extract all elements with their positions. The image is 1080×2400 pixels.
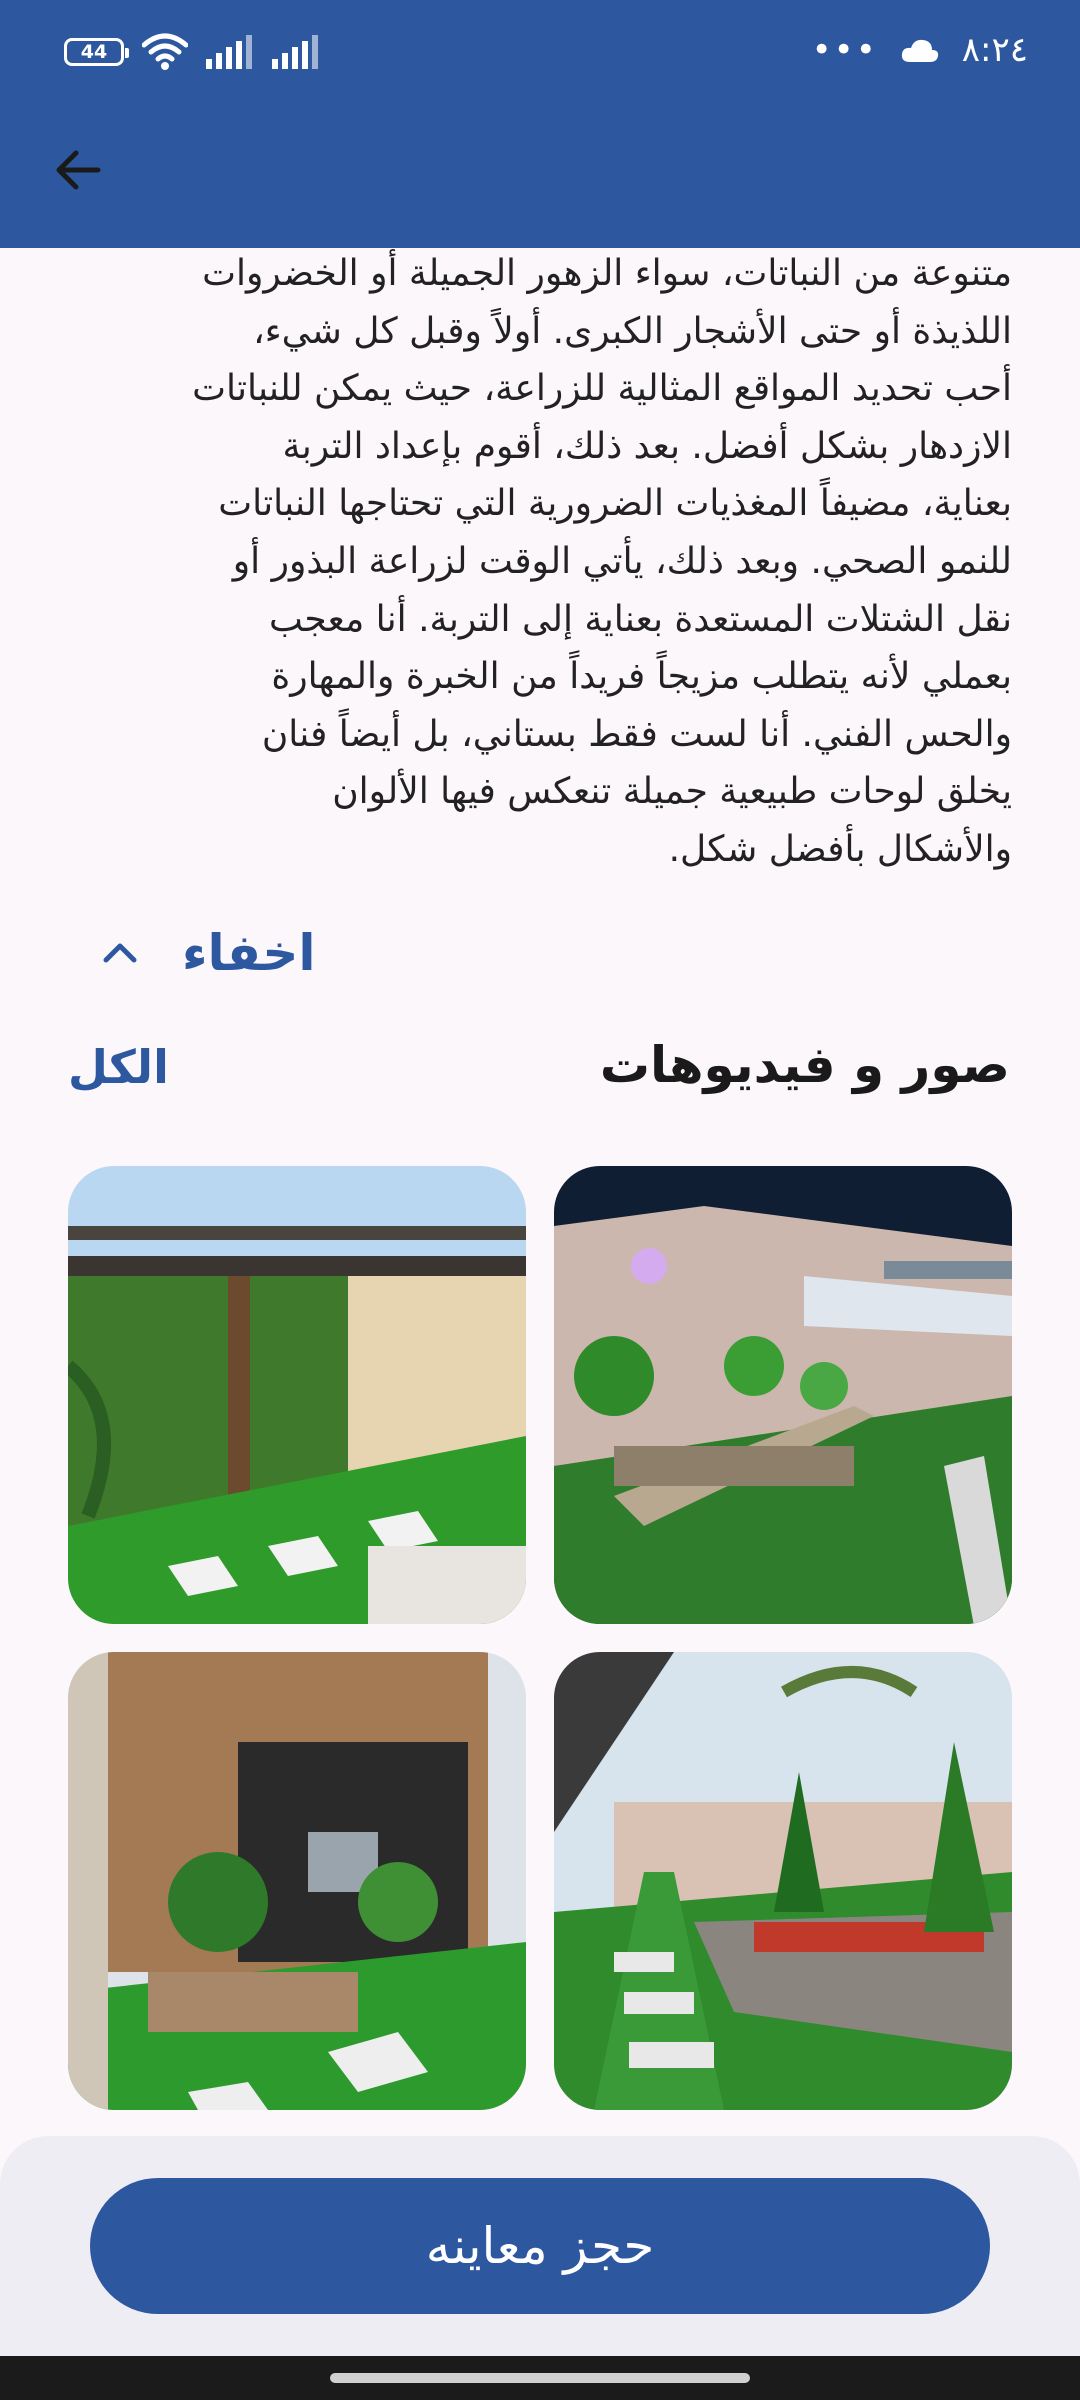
signal-icon-2 [272, 35, 318, 69]
description-line: متنوعة من النباتات، سواء الزهور الجميلة … [202, 253, 1012, 294]
description-text: متنوعة من النباتات، سواء الزهور الجميلة … [60, 245, 1012, 879]
back-arrow-icon [56, 150, 101, 190]
book-inspection-button[interactable]: حجز معاينه [90, 2178, 990, 2314]
description-line: للنمو الصحي. وبعد ذلك، يأتي الوقت لزراعة… [232, 540, 1012, 582]
hide-description-toggle[interactable]: اخفاء [100, 918, 316, 988]
description-line: والحس الفني. أنا لست فقط بستاني، بل أيضا… [261, 713, 1012, 755]
system-nav-bar [0, 2356, 1080, 2400]
status-icons: 44 [64, 30, 320, 74]
description-line: الازدهار بشكل أفضل. بعد ذلك، أقوم بإعداد… [282, 425, 1012, 467]
description-line: بعملي لأنه يتطلب مزيجاً فريداً من الخبرة… [271, 656, 1012, 698]
notification-dots: ••• [811, 30, 878, 70]
status-bar: 44 ••• ٨:٢٤ [0, 0, 1080, 104]
signal-icon [206, 35, 252, 69]
cloud-icon [901, 39, 938, 62]
status-right: ••• ٨:٢٤ [812, 24, 1028, 76]
back-button[interactable] [46, 138, 110, 202]
description-line: أحب تحديد المواقع المثالية للزراعة، حيث … [192, 368, 1012, 410]
see-all-link[interactable]: الكل [68, 1040, 169, 1094]
water-feature-garden-photo[interactable] [68, 1652, 526, 2110]
app-header: 44 ••• ٨:٢٤ [0, 0, 1080, 248]
battery-icon: 44 [64, 38, 129, 66]
battery-level: 44 [80, 41, 108, 63]
description-line: والأشكال بأفضل شكل. [668, 828, 1012, 870]
description-line: نقل الشتلات المستعدة بعناية إلى التربة. … [268, 598, 1012, 640]
description-line: بعناية، مضيفاً المغذيات الضرورية التي تح… [218, 483, 1012, 525]
wifi-icon [142, 33, 188, 70]
chevron-up-icon [103, 943, 137, 963]
description-line: يخلق لوحات طبيعية جميلة تنعكس فيها الألو… [332, 771, 1012, 813]
gallery-title: صور و فيديوهات [599, 1036, 1010, 1094]
hide-label: اخفاء [182, 924, 316, 982]
clock: ٨:٢٤ [961, 30, 1028, 70]
home-indicator[interactable] [330, 2373, 750, 2383]
planter-path-garden-photo[interactable] [554, 1652, 1012, 2110]
pergola-garden-photo[interactable] [68, 1166, 526, 1624]
night-garden-photo[interactable] [554, 1166, 1012, 1624]
description-line: اللذيذة أو حتى الأشجار الكبرى. أولاً وقب… [253, 310, 1012, 352]
